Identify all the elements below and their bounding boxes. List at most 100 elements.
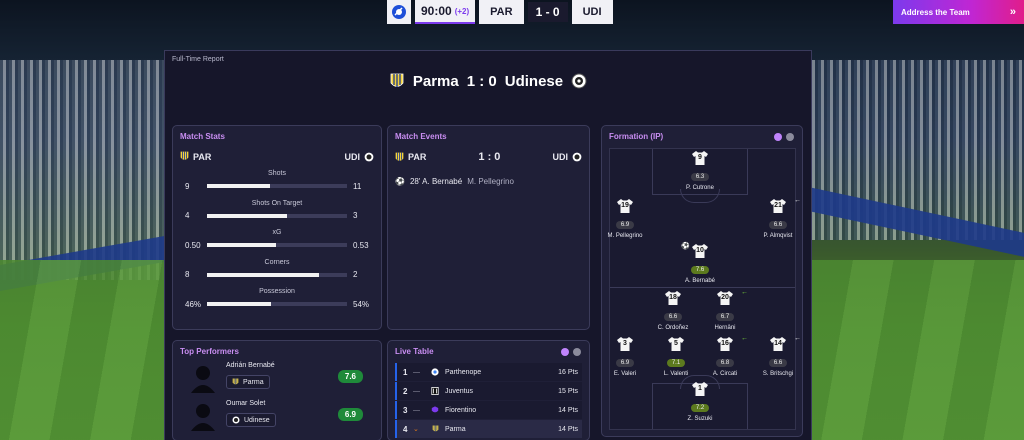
player-rating: 6.8 bbox=[715, 359, 735, 367]
live-table-row[interactable]: 1 — Parthenope 16 Pts bbox=[395, 363, 582, 381]
performer-club-name: Parma bbox=[243, 378, 264, 386]
player-rating: 6.6 bbox=[768, 221, 788, 229]
shirt-icon: 19 bbox=[617, 199, 633, 213]
stat-line: 46% 54% bbox=[173, 298, 381, 310]
ball-icon: ⚽ bbox=[395, 177, 405, 186]
parma-crest-icon bbox=[232, 378, 239, 385]
live-table-row[interactable]: 4 ⌄ Parma 14 Pts bbox=[395, 420, 582, 438]
pager-dot[interactable] bbox=[786, 133, 794, 141]
shirt-number: 21 bbox=[774, 202, 782, 209]
table-position: 4 bbox=[403, 424, 408, 434]
address-the-team-button[interactable]: Address the Team » bbox=[893, 0, 1024, 24]
table-position: 3 bbox=[403, 405, 408, 415]
stat-home-value: 9 bbox=[185, 181, 190, 191]
match-events-title: Match Events bbox=[395, 132, 447, 141]
event-assist: M. Pellegrino bbox=[467, 177, 514, 186]
formation-pager bbox=[774, 133, 794, 141]
shirt-number: 9 bbox=[698, 154, 702, 161]
formation-card: Formation (IP) 9 6.3 P. Cutrone 19 6.9 M. Pel… bbox=[601, 125, 803, 437]
pager-dot[interactable] bbox=[573, 348, 581, 356]
player-rating: 7.6 bbox=[690, 266, 710, 274]
table-team-name: Fiorentino bbox=[445, 406, 477, 414]
table-movement-icon: — bbox=[413, 368, 420, 376]
table-team-name: Parthenope bbox=[445, 368, 482, 376]
formation-player[interactable]: ← 20 6.7 Hernâni bbox=[694, 289, 756, 331]
stat-row: Corners 8 2 bbox=[173, 259, 381, 281]
club-crest-icon bbox=[431, 368, 439, 376]
performer-rating: 6.9 bbox=[337, 408, 363, 421]
match-stats-home-abbr: PAR bbox=[193, 151, 212, 162]
final-score: 1 : 0 bbox=[466, 72, 497, 90]
shirt-icon: 16 bbox=[717, 337, 733, 351]
player-silhouette-icon bbox=[191, 366, 215, 393]
player-rating: 6.6 bbox=[663, 313, 683, 321]
player-name: S. Britschgi bbox=[762, 371, 794, 377]
stat-row: xG 0.50 0.53 bbox=[173, 229, 381, 251]
udinese-crest-icon bbox=[572, 152, 582, 162]
club-crest-icon bbox=[432, 425, 438, 432]
match-events-home-abbr: PAR bbox=[408, 152, 427, 162]
added-time: (+2) bbox=[454, 6, 470, 16]
formation-player[interactable]: ← 14 6.6 S. Britschgi bbox=[747, 335, 809, 377]
stat-home-value: 46% bbox=[185, 299, 202, 309]
stat-row: Shots 9 11 bbox=[173, 170, 381, 192]
performer-club-name: Udinese bbox=[244, 416, 270, 424]
match-events-card: Match Events PAR 1 : 0 UDI ⚽ 28' A. Bern… bbox=[387, 125, 590, 330]
stat-home-value: 0.50 bbox=[185, 240, 201, 250]
player-rating: 6.7 bbox=[715, 313, 735, 321]
stat-line: 82 bbox=[173, 269, 381, 281]
player-rating: 7.1 bbox=[666, 359, 686, 367]
table-movement-icon: ⌄ bbox=[413, 426, 419, 433]
stat-label: Shots On Target bbox=[251, 199, 303, 207]
match-events-home: PAR bbox=[395, 152, 426, 163]
stat-away-value: 0.53 bbox=[353, 240, 369, 250]
event-scorer: 28' A. Bernabé bbox=[409, 177, 463, 186]
pager-dot-active[interactable] bbox=[774, 133, 782, 141]
player-name: M. Pellegrino bbox=[607, 233, 643, 239]
live-table-row[interactable]: 3 — Fiorentino 14 Pts bbox=[395, 401, 582, 419]
shirt-icon: 21 bbox=[770, 199, 786, 213]
player-rating: 6.9 bbox=[615, 359, 635, 367]
shirt-number: 1 bbox=[698, 385, 702, 392]
live-table-title: Live Table bbox=[395, 347, 434, 356]
player-name: P. Cutrone bbox=[686, 185, 714, 191]
performer-name: Adrián Bernabé bbox=[226, 362, 275, 369]
player-rating: 6.6 bbox=[768, 359, 788, 367]
formation-player[interactable]: ← 21 6.6 P. Almqvist bbox=[747, 197, 809, 239]
live-table-row[interactable]: 2 — Juventus 15 Pts bbox=[395, 382, 582, 400]
pager-dot-active[interactable] bbox=[561, 348, 569, 356]
stat-row: Possession 46% 54% bbox=[173, 288, 381, 310]
penalty-arc-top bbox=[680, 189, 720, 203]
stat-away-value: 54% bbox=[353, 299, 370, 309]
stat-line: 0.50 0.53 bbox=[173, 239, 381, 251]
live-table-rows: 1 — Parthenope 16 Pts 2 — Juventus 15 Pts 3 — Fior… bbox=[395, 363, 582, 439]
match-stats-card: Match Stats PAR UDI Shots 9 11 Shots On Tar… bbox=[172, 125, 382, 330]
udinese-crest-icon bbox=[571, 72, 587, 90]
shirt-icon: 5 bbox=[668, 337, 684, 351]
table-points: 14 Pts bbox=[558, 425, 578, 433]
formation-player[interactable]: 1 7.2 Z. Suzuki bbox=[669, 382, 731, 422]
scoreboard-score: 1 - 0 bbox=[527, 2, 568, 22]
shirt-number: 20 bbox=[721, 294, 729, 301]
stat-bar-fill bbox=[207, 302, 272, 306]
stat-home-value: 4 bbox=[185, 211, 190, 220]
formation-player[interactable]: ⚽ 10 7.6 A. Bernabé bbox=[669, 243, 731, 284]
club-crest-icon bbox=[425, 406, 445, 414]
home-team-name: Parma bbox=[412, 72, 459, 90]
player-name: P. Almqvist bbox=[763, 233, 793, 239]
performer-row[interactable]: Adrián Bernabé Parma 7.6 bbox=[181, 360, 373, 398]
live-table-card: Live Table 1— Parthenope 16 Pts 2— Juventus 1… bbox=[387, 340, 590, 440]
full-time-report-panel: Full-Time Report Parma 1 : 0 Udinese Mat… bbox=[164, 50, 812, 440]
stat-label: Shots bbox=[268, 170, 286, 177]
parma-crest-icon bbox=[389, 72, 405, 90]
match-stats-teams: PAR UDI bbox=[180, 151, 374, 162]
performer-row[interactable]: Oumar Solet Udinese 6.9 bbox=[181, 398, 373, 436]
competition-icon bbox=[387, 0, 411, 24]
stat-line: 9 11 bbox=[173, 180, 381, 192]
goal-event[interactable]: ⚽ 28' A. Bernabé M. Pellegrino bbox=[395, 177, 514, 186]
home-abbr: PAR bbox=[479, 0, 524, 24]
formation-player[interactable]: 19 6.9 M. Pellegrino bbox=[594, 199, 656, 239]
formation-player[interactable]: 9 6.3 P. Cutrone bbox=[669, 151, 731, 191]
shirt-number: 10 bbox=[696, 247, 704, 254]
table-movement-icon: — bbox=[413, 406, 420, 414]
